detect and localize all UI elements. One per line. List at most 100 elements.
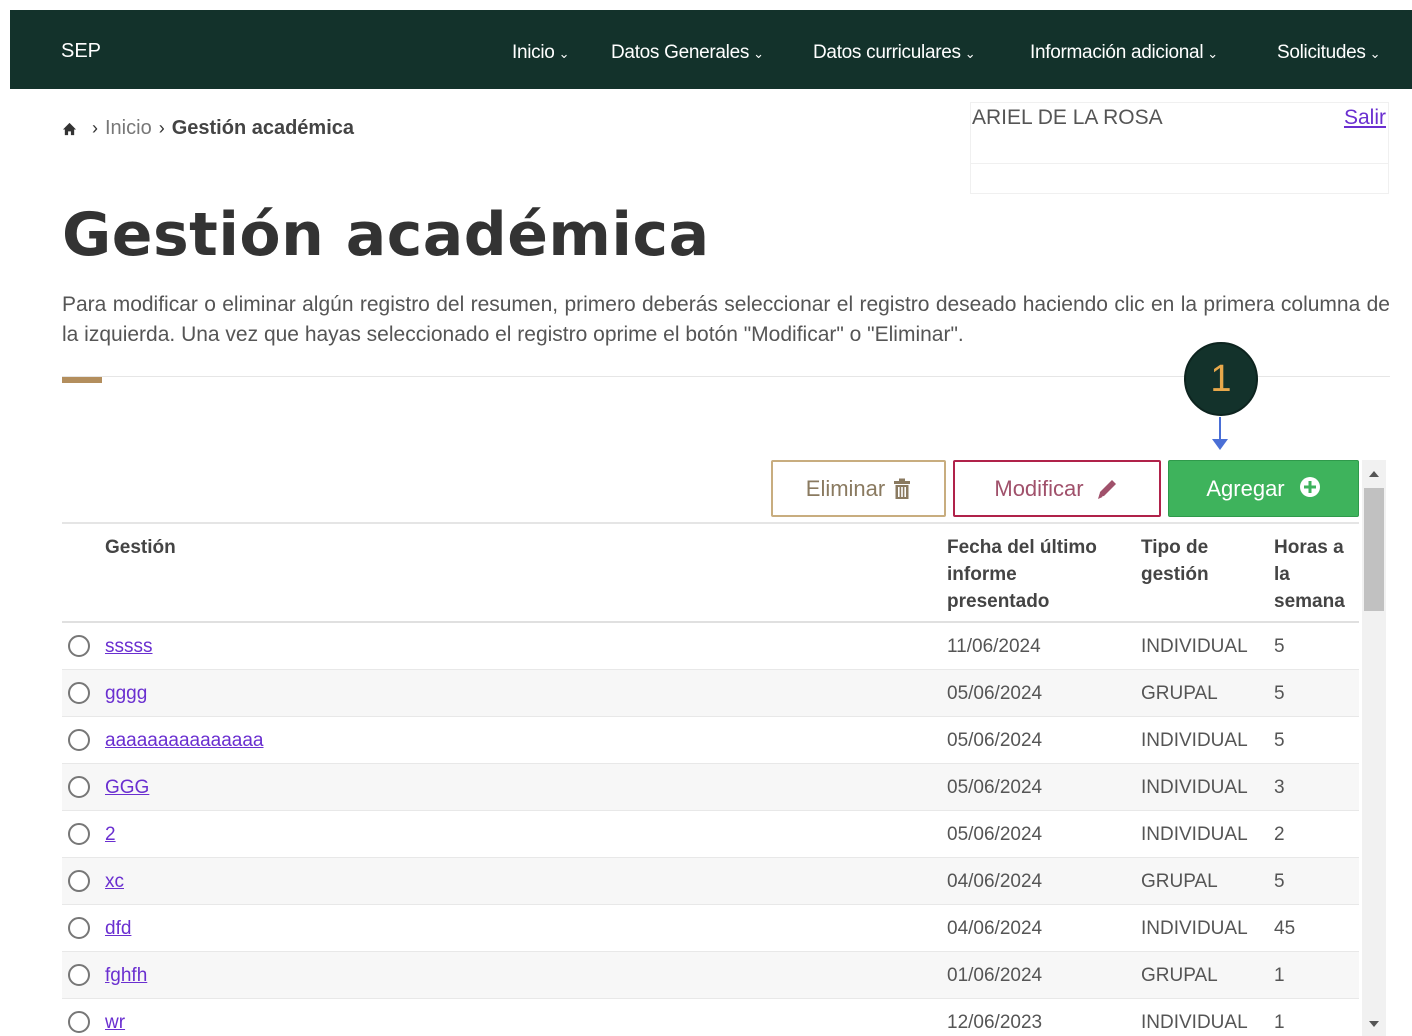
delete-button[interactable]: Eliminar (771, 460, 946, 517)
row-gestion-link[interactable]: gggg (105, 683, 147, 705)
breadcrumb-link-inicio[interactable]: Inicio (105, 117, 152, 140)
edit-button-label: Modificar (994, 475, 1084, 501)
logout-link[interactable]: Salir (1344, 106, 1386, 130)
table-row[interactable]: GGG 05/06/2024 INDIVIDUAL 3 (62, 764, 1359, 811)
table-row[interactable]: aaaaaaaaaaaaaaa 05/06/2024 INDIVIDUAL 5 (62, 717, 1359, 764)
row-tipo: INDIVIDUAL (1141, 824, 1248, 845)
table-row[interactable]: sssss 11/06/2024 INDIVIDUAL 5 (62, 623, 1359, 670)
caret-down-icon: ⌄ (558, 46, 570, 61)
breadcrumb-separator: › (92, 118, 98, 138)
column-header-horas-line: semana (1274, 591, 1345, 612)
row-fecha: 05/06/2024 (947, 730, 1043, 751)
step-marker: 1 (1184, 342, 1258, 416)
row-select-radio[interactable] (68, 776, 90, 798)
column-header-fecha-line: Fecha del último (947, 537, 1097, 558)
row-select-radio[interactable] (68, 635, 90, 657)
gestion-table: Gestión Fecha del último informe present… (62, 522, 1359, 1036)
table-row[interactable]: wr 12/06/2023 INDIVIDUAL 1 (62, 999, 1359, 1036)
table-row[interactable]: fghfh 01/06/2024 GRUPAL 1 (62, 952, 1359, 999)
row-gestion-link[interactable]: GGG (105, 777, 149, 799)
row-horas: 5 (1274, 871, 1285, 892)
trash-icon (894, 478, 911, 499)
table-row[interactable]: gggg 05/06/2024 GRUPAL 5 (62, 670, 1359, 717)
table-row[interactable]: xc 04/06/2024 GRUPAL 5 (62, 858, 1359, 905)
column-header-fecha-line: presentado (947, 591, 1050, 612)
row-select-radio[interactable] (68, 917, 90, 939)
plus-circle-icon (1299, 476, 1320, 497)
row-select-radio[interactable] (68, 682, 90, 704)
table-row[interactable]: 2 05/06/2024 INDIVIDUAL 2 (62, 811, 1359, 858)
row-select-radio[interactable] (68, 729, 90, 751)
row-gestion-link[interactable]: 2 (105, 824, 116, 846)
row-gestion-link[interactable]: fghfh (105, 965, 147, 987)
column-header-tipo-line: gestión (1141, 564, 1209, 585)
row-horas: 1 (1274, 965, 1285, 986)
scroll-up-arrow-icon[interactable] (1362, 462, 1386, 486)
row-gestion-link[interactable]: wr (105, 1012, 125, 1034)
user-panel: ARIEL DE LA ROSA Salir (970, 102, 1389, 194)
page-title: Gestión académica (62, 200, 710, 270)
nav-item-inicio[interactable]: Inicio ⌄ (512, 42, 569, 64)
add-button-label: Agregar (1206, 475, 1285, 501)
row-select-radio[interactable] (68, 1011, 90, 1033)
scrollbar-thumb[interactable] (1364, 488, 1384, 611)
row-horas: 3 (1274, 777, 1285, 798)
nav-item-datos-curriculares[interactable]: Datos curriculares ⌄ (813, 42, 976, 64)
column-header-gestion[interactable]: Gestión (105, 534, 176, 561)
add-button[interactable]: Agregar (1168, 460, 1359, 517)
row-fecha: 05/06/2024 (947, 824, 1043, 845)
nav-item-informacion-adicional[interactable]: Información adicional ⌄ (1030, 42, 1218, 64)
arrow-down-icon (1212, 439, 1228, 450)
caret-down-icon: ⌄ (1369, 46, 1381, 61)
table-header: Gestión Fecha del último informe present… (62, 522, 1359, 623)
row-gestion-link[interactable]: aaaaaaaaaaaaaaa (105, 730, 264, 752)
row-tipo: INDIVIDUAL (1141, 1012, 1248, 1033)
row-tipo: INDIVIDUAL (1141, 730, 1248, 751)
nav-item-solicitudes[interactable]: Solicitudes ⌄ (1277, 42, 1380, 64)
row-fecha: 12/06/2023 (947, 1012, 1043, 1033)
home-icon[interactable] (62, 122, 77, 136)
row-gestion-link[interactable]: dfd (105, 918, 131, 940)
row-select-radio[interactable] (68, 823, 90, 845)
row-fecha: 05/06/2024 (947, 777, 1043, 798)
row-tipo: GRUPAL (1141, 871, 1218, 892)
row-fecha: 01/06/2024 (947, 965, 1043, 986)
nav-item-datos-generales[interactable]: Datos Generales ⌄ (611, 42, 764, 64)
row-gestion-link[interactable]: xc (105, 871, 124, 893)
row-horas: 5 (1274, 683, 1285, 704)
row-tipo: INDIVIDUAL (1141, 636, 1248, 657)
user-panel-divider (971, 163, 1388, 164)
column-header-horas-line: Horas a (1274, 537, 1344, 558)
edit-button[interactable]: Modificar (953, 460, 1161, 517)
row-tipo: GRUPAL (1141, 683, 1218, 704)
brand-logo[interactable]: SEP (61, 40, 101, 63)
row-horas: 5 (1274, 730, 1285, 751)
breadcrumb-current: Gestión académica (171, 117, 355, 139)
row-tipo: INDIVIDUAL (1141, 777, 1248, 798)
column-header-horas[interactable]: Horas a la semana (1274, 534, 1345, 615)
row-gestion-link[interactable]: sssss (105, 636, 153, 658)
column-header-tipo-line: Tipo de (1141, 537, 1209, 558)
row-horas: 1 (1274, 1012, 1285, 1033)
column-header-tipo[interactable]: Tipo de gestión (1141, 534, 1209, 588)
row-horas: 45 (1274, 918, 1296, 939)
accent-bar (62, 377, 102, 383)
row-select-radio[interactable] (68, 870, 90, 892)
row-fecha: 04/06/2024 (947, 871, 1043, 892)
column-header-fecha[interactable]: Fecha del último informe presentado (947, 534, 1097, 615)
row-horas: 2 (1274, 824, 1285, 845)
caret-down-icon: ⌄ (964, 46, 976, 61)
caret-down-icon: ⌄ (753, 46, 764, 61)
pencil-icon (1097, 479, 1116, 499)
top-navbar: SEP Inicio ⌄ Datos Generales ⌄ Datos curri… (10, 10, 1412, 89)
delete-button-label: Eliminar (805, 475, 886, 501)
column-header-fecha-line: informe (947, 564, 1017, 585)
row-select-radio[interactable] (68, 964, 90, 986)
row-fecha: 04/06/2024 (947, 918, 1043, 939)
table-row[interactable]: dfd 04/06/2024 INDIVIDUAL 45 (62, 905, 1359, 952)
scroll-down-arrow-icon[interactable] (1362, 1012, 1386, 1036)
user-name: ARIEL DE LA ROSA (972, 106, 1163, 129)
row-tipo: GRUPAL (1141, 965, 1218, 986)
step-arrow-line (1219, 417, 1221, 441)
row-tipo: INDIVIDUAL (1141, 918, 1248, 939)
